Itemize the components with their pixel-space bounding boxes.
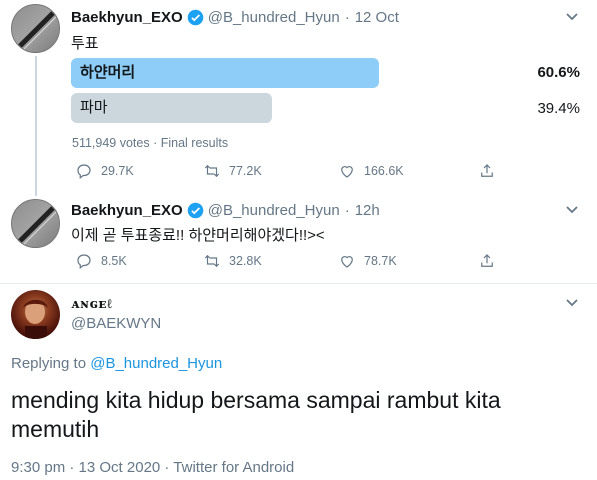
separator-dot: · — [344, 202, 350, 219]
poll-option-label: 파마 — [80, 99, 108, 116]
like-button[interactable]: 166.6K — [338, 162, 404, 180]
like-button[interactable]: 78.7K — [338, 252, 397, 270]
share-button[interactable] — [478, 162, 504, 180]
retweet-icon — [204, 254, 220, 268]
verified-icon — [187, 202, 204, 219]
share-icon — [481, 254, 493, 267]
like-count: 78.7K — [364, 254, 397, 268]
poll-option-label: 하얀머리 — [80, 64, 136, 81]
retweet-button[interactable]: 77.2K — [203, 162, 262, 180]
handle[interactable]: @B_hundred_Hyun — [208, 202, 340, 219]
handle[interactable]: @BAEKWYN — [71, 315, 161, 332]
share-icon — [481, 164, 493, 177]
display-name[interactable]: Baekhyun_EXO — [71, 9, 183, 26]
retweet-button[interactable]: 32.8K — [203, 252, 262, 270]
chevron-down-icon[interactable] — [565, 205, 579, 215]
tweet-meta[interactable]: 9:30 pm · 13 Oct 2020 · Twitter for Andr… — [11, 459, 294, 476]
retweet-count: 32.8K — [229, 254, 262, 268]
tweet-text: mending kita hidup bersama sampai rambut… — [11, 387, 501, 442]
reply-count: 8.5K — [101, 254, 127, 268]
retweet-icon — [204, 164, 220, 178]
chevron-down-icon[interactable] — [565, 12, 579, 22]
poll-option-percent: 39.4% — [537, 100, 580, 117]
avatar[interactable] — [11, 290, 60, 339]
display-name[interactable]: Baekhyun_EXO — [71, 202, 183, 219]
heart-icon — [341, 256, 353, 268]
avatar-photo — [23, 299, 48, 339]
divider — [0, 283, 597, 284]
avatar[interactable] — [11, 4, 60, 53]
replying-handle-link[interactable]: @B_hundred_Hyun — [90, 355, 222, 372]
poll-option-percent: 60.6% — [537, 64, 580, 81]
avatar[interactable] — [11, 199, 60, 248]
tweet-text: 투표 — [71, 35, 99, 52]
poll-option-winner: 하얀머리 — [71, 58, 379, 88]
action-bar: 8.5K 32.8K 78.7K — [75, 252, 505, 274]
tweet-header: Baekhyun_EXO @B_hundred_Hyun · 12h — [71, 202, 380, 219]
timestamp[interactable]: 12 Oct — [355, 9, 399, 26]
reply-button[interactable]: 8.5K — [75, 252, 127, 270]
action-bar: 29.7K 77.2K 166.6K — [75, 162, 505, 184]
like-count: 166.6K — [364, 164, 404, 178]
tweet-text: 이제 곧 투표종료!! 하얀머리해야겠다!!>< — [71, 227, 325, 244]
poll-meta: 511,949 votes · Final results — [72, 136, 229, 150]
reply-button[interactable]: 29.7K — [75, 162, 134, 180]
timestamp[interactable]: 12h — [355, 202, 380, 219]
display-name[interactable]: ᴀɴɢᴇℓ — [71, 296, 112, 312]
separator-dot: · — [344, 9, 350, 26]
replying-to: Replying to @B_hundred_Hyun — [11, 355, 222, 372]
heart-icon — [341, 166, 353, 178]
reply-icon — [77, 254, 91, 269]
poll-option: 파마 — [71, 93, 272, 123]
reply-icon — [77, 164, 91, 179]
thread-line — [35, 56, 37, 196]
replying-prefix: Replying to — [11, 355, 87, 372]
tweet-header: Baekhyun_EXO @B_hundred_Hyun · 12 Oct — [71, 9, 399, 26]
handle[interactable]: @B_hundred_Hyun — [208, 9, 340, 26]
chevron-down-icon[interactable] — [565, 298, 579, 308]
verified-icon — [187, 9, 204, 26]
reply-count: 29.7K — [101, 164, 134, 178]
share-button[interactable] — [478, 252, 504, 270]
retweet-count: 77.2K — [229, 164, 262, 178]
